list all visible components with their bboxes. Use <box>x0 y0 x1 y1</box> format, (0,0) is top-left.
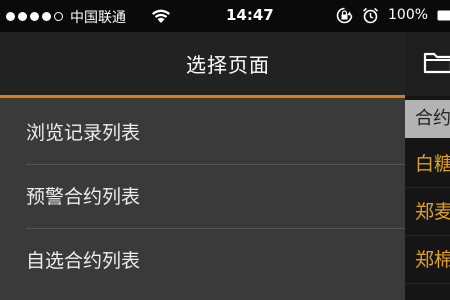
list-item[interactable]: 白糖 <box>405 140 450 188</box>
background-column-header: 合约 <box>405 100 450 138</box>
rotation-lock-icon <box>336 7 353 24</box>
alarm-icon <box>362 7 379 24</box>
status-bar: 中国联通 14:47 100% <box>0 0 450 32</box>
page-select-drawer: 选择页面 浏览记录列表 预警合约列表 自选合约列表 <box>0 32 405 300</box>
menu-item-browse-history[interactable]: 浏览记录列表 <box>0 101 405 165</box>
list-item[interactable]: 郑棉 <box>405 236 450 284</box>
menu-item-label: 自选合约列表 <box>26 250 141 272</box>
phone-screen: 中国联通 14:47 100% 合约 白糖 郑麦 郑棉 选择页面 浏览记录列表 … <box>0 0 450 300</box>
menu-item-label: 预警合约列表 <box>26 186 141 208</box>
wifi-icon <box>152 9 170 23</box>
status-time: 14:47 <box>226 6 274 24</box>
drawer-title: 选择页面 <box>186 53 270 77</box>
menu-item-alert-contracts[interactable]: 预警合约列表 <box>0 165 405 229</box>
menu-item-watchlist-contracts[interactable]: 自选合约列表 <box>0 229 405 293</box>
battery-icon <box>437 10 450 21</box>
drawer-header: 选择页面 <box>0 32 405 98</box>
signal-strength-icon <box>6 10 63 22</box>
battery-percentage: 100% <box>388 7 429 23</box>
menu-item-label: 浏览记录列表 <box>26 122 141 144</box>
carrier-name: 中国联通 <box>70 10 126 26</box>
list-item[interactable]: 郑麦 <box>405 188 450 236</box>
